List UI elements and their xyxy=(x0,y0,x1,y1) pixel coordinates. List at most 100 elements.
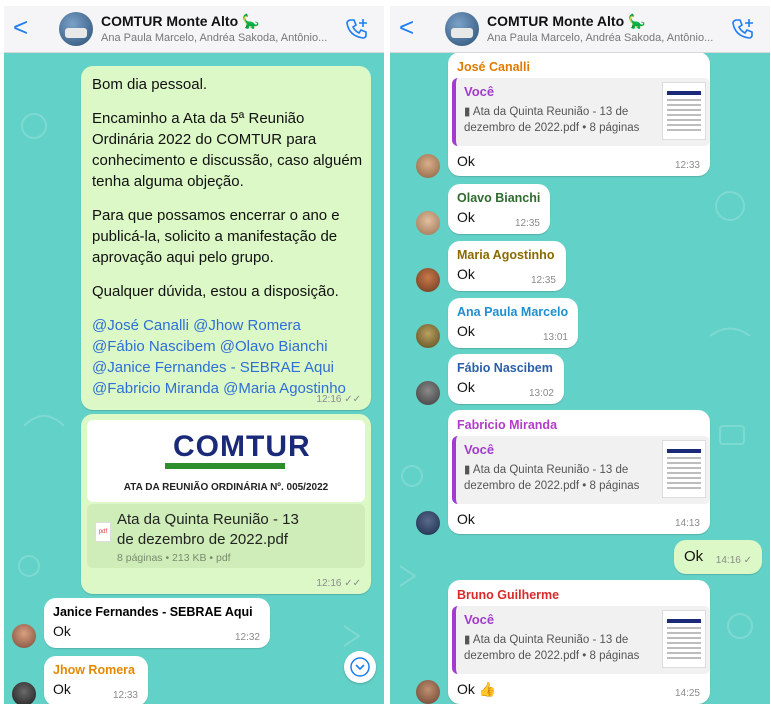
avatar[interactable] xyxy=(416,154,440,178)
sender-name: Fabricio Miranda xyxy=(457,418,558,432)
avatar[interactable] xyxy=(416,381,440,405)
quoted-file: ▮ Ata da Quinta Reunião - 13 de dezembro… xyxy=(464,632,654,664)
group-avatar[interactable] xyxy=(59,12,93,46)
quoted-file: ▮ Ata da Quinta Reunião - 13 de dezembro… xyxy=(464,462,654,494)
incoming-message[interactable]: Ana Paula Marcelo Ok 13:01 xyxy=(448,298,578,348)
message-text: Ok xyxy=(457,153,475,169)
announcement-paragraph-3: Qualquer dúvida, estou a disposição. xyxy=(92,283,339,300)
pdf-preview[interactable]: COMTUR ATA DA REUNIÃO ORDINÁRIA Nº. 005/… xyxy=(87,420,365,502)
group-members: Ana Paula Marcelo, Andréa Sakoda, Antôni… xyxy=(101,32,328,44)
mentions-block: @José Canalli @Jhow Romera @Fábio Nascib… xyxy=(92,315,354,399)
group-avatar[interactable] xyxy=(445,12,479,46)
message-time: 14:13 xyxy=(674,518,700,529)
message-time: 12:32 xyxy=(234,632,260,643)
message-time: 13:02 xyxy=(528,388,554,399)
group-members: Ana Paula Marcelo, Andréa Sakoda, Antôni… xyxy=(487,32,714,44)
back-button[interactable]: < xyxy=(399,14,414,40)
mention-link[interactable]: @Olavo Bianchi xyxy=(220,338,328,355)
avatar[interactable] xyxy=(416,268,440,292)
incoming-message[interactable]: Maria Agostinho Ok 12:35 xyxy=(448,241,566,291)
avatar[interactable] xyxy=(416,324,440,348)
outgoing-message[interactable]: Ok 14:16 ✓ xyxy=(674,540,762,574)
message-text: Ok xyxy=(53,681,71,697)
document-thumbnail xyxy=(662,82,706,140)
avatar[interactable] xyxy=(12,682,36,704)
chat-header: < COMTUR Monte Alto 🦕 Ana Paula Marcelo,… xyxy=(390,6,770,53)
thumb-line xyxy=(667,657,701,659)
incoming-message[interactable]: Bruno Guilherme Você ▮ Ata da Quinta Reu… xyxy=(448,580,710,704)
mention-link[interactable]: @Fábio Nascibem xyxy=(92,338,216,355)
back-button[interactable]: < xyxy=(13,14,28,40)
incoming-message[interactable]: Olavo Bianchi Ok 12:35 xyxy=(448,184,550,234)
sender-name: Olavo Bianchi xyxy=(457,191,541,205)
message-time: 14:16 ✓ xyxy=(716,555,752,566)
pdf-preview-heading: ATA DA REUNIÃO ORDINÁRIA Nº. 005/2022 xyxy=(123,482,329,493)
incoming-message[interactable]: José Canalli Você ▮ Ata da Quinta Reuniã… xyxy=(448,52,710,176)
quoted-document[interactable]: Você ▮ Ata da Quinta Reunião - 13 de dez… xyxy=(452,78,710,146)
time-text: 12:16 xyxy=(316,578,342,589)
mention-link[interactable]: @Fabricio Miranda xyxy=(92,380,219,397)
thumb-line xyxy=(667,462,701,464)
document-thumbnail xyxy=(662,440,706,498)
avatar[interactable] xyxy=(416,211,440,235)
avatar[interactable] xyxy=(416,511,440,535)
sender-name: Fábio Nascibem xyxy=(457,361,553,375)
message-text: Ok 👍 xyxy=(457,681,497,697)
mention-link[interactable]: @Janice Fernandes - SEBRAE Aqui xyxy=(92,359,334,376)
message-time: 14:25 xyxy=(674,688,700,699)
quoted-author: Você xyxy=(464,84,495,99)
chat-header: < COMTUR Monte Alto 🦕 Ana Paula Marcelo,… xyxy=(4,6,384,53)
sender-name: Jhow Romera xyxy=(53,663,135,677)
quoted-document[interactable]: Você ▮ Ata da Quinta Reunião - 13 de dez… xyxy=(452,606,710,674)
message-text: Ok xyxy=(457,511,475,527)
document-icon: ▮ xyxy=(464,464,471,476)
thumb-line xyxy=(667,467,701,469)
message-text: Ok xyxy=(457,379,475,395)
sender-name: Janice Fernandes - SEBRAE Aqui xyxy=(53,605,253,619)
announcement-message[interactable]: Bom dia pessoal. Encaminho a Ata da 5ª R… xyxy=(81,66,371,410)
sent-tick-icon: ✓ xyxy=(743,555,752,566)
document-message[interactable]: COMTUR ATA DA REUNIÃO ORDINÁRIA Nº. 005/… xyxy=(81,414,371,594)
avatar[interactable] xyxy=(416,680,440,704)
add-call-icon[interactable] xyxy=(344,16,370,42)
thumb-line xyxy=(667,124,701,126)
thumb-line xyxy=(667,114,701,116)
group-name[interactable]: COMTUR Monte Alto 🦕 xyxy=(487,13,645,30)
add-call-icon[interactable] xyxy=(730,16,756,42)
mention-link[interactable]: @José Canalli xyxy=(92,317,189,334)
quoted-file-text: Ata da Quinta Reunião - 13 de dezembro d… xyxy=(464,464,640,492)
quoted-author: Você xyxy=(464,612,495,627)
chevron-down-icon xyxy=(350,657,370,677)
document-icon: ▮ xyxy=(464,634,471,646)
quoted-file-text: Ata da Quinta Reunião - 13 de dezembro d… xyxy=(464,106,640,134)
time-text: 14:16 xyxy=(715,555,741,566)
pdf-icon: pdf xyxy=(95,522,111,542)
incoming-message[interactable]: Jhow Romera Ok 12:33 xyxy=(44,656,148,704)
thumb-line xyxy=(667,637,701,639)
incoming-message[interactable]: Janice Fernandes - SEBRAE Aqui Ok 12:32 xyxy=(44,598,270,648)
group-name[interactable]: COMTUR Monte Alto 🦕 xyxy=(101,13,259,30)
scroll-down-button[interactable] xyxy=(344,651,376,683)
pdf-file-card[interactable]: pdf Ata da Quinta Reunião - 13 de dezemb… xyxy=(87,504,365,568)
thumb-line xyxy=(667,449,701,453)
mention-link[interactable]: @Jhow Romera xyxy=(193,317,301,334)
group-name-text: COMTUR Monte Alto xyxy=(101,13,239,29)
incoming-message[interactable]: Fábio Nascibem Ok 13:02 xyxy=(448,354,564,404)
message-time: 12:33 xyxy=(112,690,138,701)
thumb-line xyxy=(667,119,701,121)
chat-screen-right: < COMTUR Monte Alto 🦕 Ana Paula Marcelo,… xyxy=(390,6,770,704)
message-text: Ok xyxy=(457,323,475,339)
read-ticks-icon: ✓✓ xyxy=(344,394,361,405)
quoted-document[interactable]: Você ▮ Ata da Quinta Reunião - 13 de dez… xyxy=(452,436,710,504)
thumb-line xyxy=(667,457,701,459)
avatar[interactable] xyxy=(12,624,36,648)
quoted-file: ▮ Ata da Quinta Reunião - 13 de dezembro… xyxy=(464,104,654,136)
incoming-message[interactable]: Fabricio Miranda Você ▮ Ata da Quinta Re… xyxy=(448,410,710,534)
message-time: 12:35 xyxy=(514,218,540,229)
message-time: 13:01 xyxy=(542,332,568,343)
message-text: Ok xyxy=(457,209,475,225)
message-text: Ok xyxy=(457,266,475,282)
thumb-line xyxy=(667,109,701,111)
thumb-line xyxy=(667,652,701,654)
quoted-file-text: Ata da Quinta Reunião - 13 de dezembro d… xyxy=(464,634,640,662)
